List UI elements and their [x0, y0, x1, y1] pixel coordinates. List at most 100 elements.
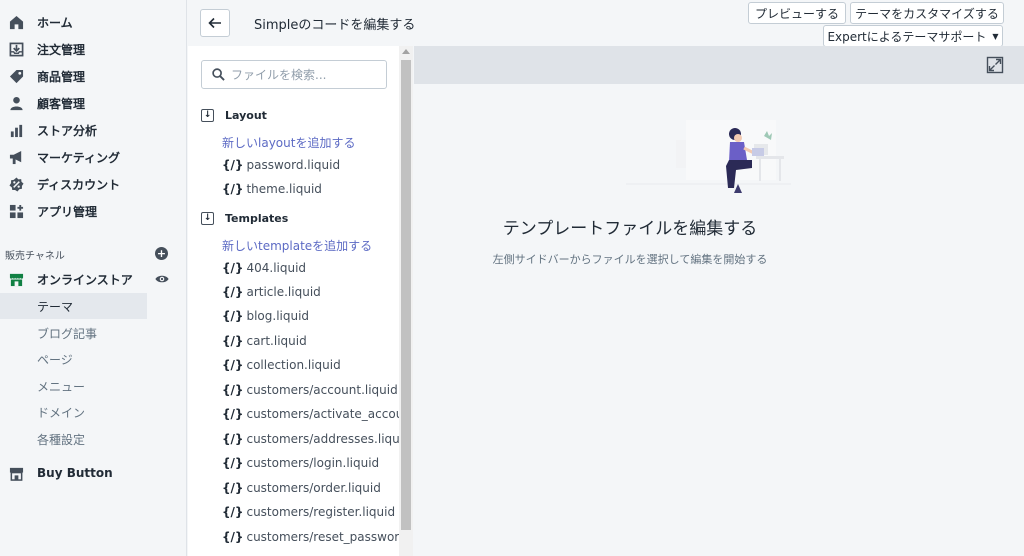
file-scrollbar[interactable] [399, 46, 413, 556]
file-name: customers/reset_password.liquid [246, 530, 400, 544]
file-item[interactable]: {/} 404.liquid [222, 261, 400, 275]
nav-label: ストア分析 [37, 123, 98, 138]
file-item[interactable]: {/} customers/addresses.liquid [222, 432, 400, 446]
file-name: customers/login.liquid [246, 456, 380, 470]
file-name: blog.liquid [246, 309, 310, 323]
customer-icon [8, 95, 24, 111]
liquid-file-icon: {/} [222, 182, 244, 196]
file-item[interactable]: {/} theme.liquid [222, 182, 400, 196]
liquid-file-icon: {/} [222, 309, 244, 323]
expand-icon[interactable] [986, 56, 1004, 74]
file-name: customers/addresses.liquid [246, 432, 400, 446]
liquid-file-icon: {/} [222, 158, 244, 172]
add-channel-button[interactable]: + [155, 247, 168, 260]
file-browser: ↓ Layout 新しいlayoutを追加する {/}password.liqu… [188, 46, 413, 556]
nav-item-online-store[interactable]: オンラインストア [8, 266, 178, 292]
file-item[interactable]: {/} customers/account.liquid [222, 383, 400, 397]
liquid-file-icon: {/} [222, 285, 244, 299]
file-item[interactable]: {/} cart.liquid [222, 334, 400, 348]
caret-down-icon: ▼ [992, 31, 999, 41]
file-name: customers/account.liquid [246, 383, 398, 397]
layout-folder[interactable]: ↓ Layout [201, 109, 267, 122]
buy-button-icon [8, 465, 24, 481]
nav-item-orders[interactable]: 注文管理 [8, 36, 178, 62]
liquid-file-icon: {/} [222, 383, 244, 397]
file-name: 404.liquid [246, 261, 307, 275]
file-item[interactable]: {/} collection.liquid [222, 358, 400, 372]
file-item[interactable]: {/} customers/order.liquid [222, 481, 400, 495]
file-name: password.liquid [246, 158, 341, 172]
discount-icon [8, 176, 24, 192]
nav-label: アプリ管理 [37, 204, 98, 219]
folder-icon: ↓ [201, 212, 214, 225]
sub-item-themes[interactable]: テーマ [37, 293, 147, 319]
nav-item-discounts[interactable]: ディスカウント [8, 171, 178, 197]
search-icon [212, 68, 225, 81]
add-layout-link[interactable]: 新しいlayoutを追加する [222, 134, 355, 151]
file-search[interactable] [201, 60, 387, 89]
tag-icon [8, 68, 24, 84]
sub-item-domains[interactable]: ドメイン [37, 399, 147, 425]
sub-item-blog[interactable]: ブログ記事 [37, 320, 147, 346]
nav-item-products[interactable]: 商品管理 [8, 63, 178, 89]
nav-label: 注文管理 [37, 42, 86, 57]
file-name: customers/register.liquid [246, 505, 396, 519]
nav-item-customers[interactable]: 顧客管理 [8, 90, 178, 116]
editor-tab-bar [414, 46, 1024, 84]
nav-item-buy-button[interactable]: Buy Button [8, 460, 178, 486]
add-template-link[interactable]: 新しいtemplateを追加する [222, 237, 372, 254]
empty-state-illustration [626, 120, 791, 193]
eye-icon[interactable] [155, 272, 169, 286]
liquid-file-icon: {/} [222, 358, 244, 372]
expert-support-dropdown[interactable]: Expertによるテーマサポート ▼ [823, 25, 1003, 47]
nav-item-analytics[interactable]: ストア分析 [8, 117, 178, 143]
editor-main: テンプレートファイルを編集する 左側サイドバーからファイルを選択して編集を開始す… [414, 46, 1024, 556]
editor-header: Simpleのコードを編集する プレビューする テーマをカスタマイズする Exp… [188, 0, 1024, 47]
nav-label: オンラインストア [37, 272, 133, 287]
search-input[interactable] [231, 67, 381, 82]
file-name: customers/activate_account.liquid [246, 407, 400, 421]
back-button[interactable] [200, 9, 230, 37]
empty-state-description: 左側サイドバーからファイルを選択して編集を開始する [492, 253, 768, 266]
empty-state-title: テンプレートファイルを編集する [502, 219, 758, 239]
apps-icon [8, 203, 24, 219]
sub-item-menu[interactable]: メニュー [37, 373, 147, 399]
file-name: article.liquid [246, 285, 321, 299]
file-item[interactable]: {/}customers/activate_account.liquid [222, 407, 400, 421]
arrow-left-icon [208, 17, 221, 29]
file-item[interactable]: {/}customers/reset_password.liquid [222, 530, 400, 544]
file-name: cart.liquid [246, 334, 307, 348]
liquid-file-icon: {/} [222, 505, 244, 519]
file-name: collection.liquid [246, 358, 341, 372]
liquid-file-icon: {/} [222, 261, 244, 275]
file-name: customers/order.liquid [246, 481, 381, 495]
nav-item-marketing[interactable]: マーケティング [8, 144, 178, 170]
sub-item-pages[interactable]: ページ [37, 346, 147, 372]
file-name: theme.liquid [246, 182, 322, 196]
scroll-thumb[interactable] [401, 60, 411, 530]
liquid-file-icon: {/} [222, 456, 244, 470]
nav-label: 顧客管理 [37, 96, 86, 111]
file-item[interactable]: {/} password.liquid [222, 158, 400, 172]
scroll-up-arrow-icon[interactable] [402, 49, 410, 54]
sub-item-settings[interactable]: 各種設定 [37, 426, 147, 452]
home-icon [8, 14, 24, 30]
file-item[interactable]: {/} article.liquid [222, 285, 400, 299]
file-item[interactable]: {/} customers/register.liquid [222, 505, 400, 519]
nav-label: ディスカウント [37, 177, 121, 192]
expert-support-label: Expertによるテーマサポート [827, 29, 987, 44]
sales-channels-title: 販売チャネル [5, 251, 65, 262]
liquid-file-icon: {/} [222, 530, 244, 544]
customize-theme-button[interactable]: テーマをカスタマイズする [850, 2, 1004, 24]
liquid-file-icon: {/} [222, 407, 244, 421]
templates-folder[interactable]: ↓ Templates [201, 212, 288, 225]
file-item[interactable]: {/} customers/login.liquid [222, 456, 400, 470]
folder-title: Layout [225, 109, 267, 122]
megaphone-icon [8, 149, 24, 165]
analytics-icon [8, 122, 24, 138]
admin-sidebar: ホーム 注文管理 商品管理 顧客管理 ストア分析 マーケティング ディスカウント… [0, 0, 187, 556]
preview-button[interactable]: プレビューする [748, 2, 846, 24]
nav-item-apps[interactable]: アプリ管理 [8, 198, 178, 224]
file-item[interactable]: {/} blog.liquid [222, 309, 400, 323]
nav-item-home[interactable]: ホーム [8, 9, 178, 35]
